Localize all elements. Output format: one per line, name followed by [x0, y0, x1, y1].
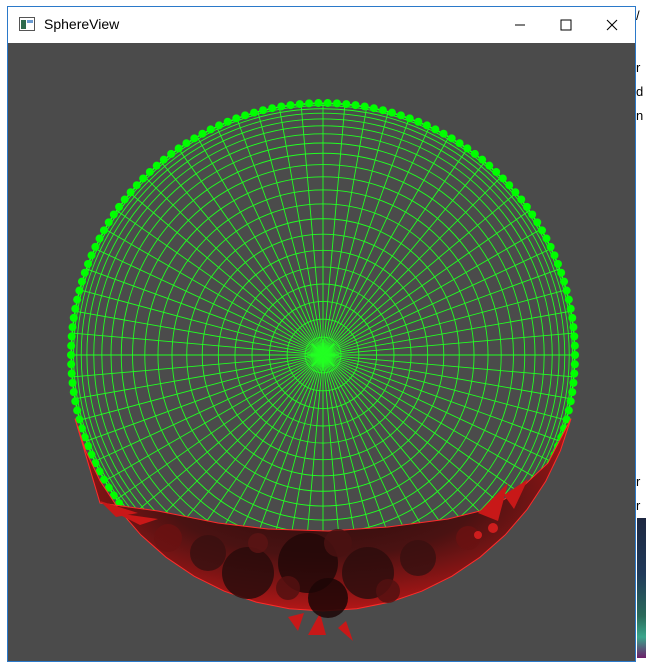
strip-char: n [636, 108, 644, 123]
minimize-button[interactable] [497, 7, 543, 43]
strip-char: r [636, 498, 641, 513]
close-button[interactable] [589, 7, 635, 43]
close-icon [606, 19, 618, 31]
maximize-button[interactable] [543, 7, 589, 43]
window-title: SphereView [44, 16, 120, 32]
background-thumbnail [637, 518, 646, 658]
background-window-edge: / r d n r r [636, 0, 646, 667]
strip-char: / [636, 8, 640, 23]
strip-char: r [636, 60, 641, 75]
strip-char: d [636, 84, 644, 99]
3d-viewport[interactable] [8, 43, 635, 661]
minimize-icon [515, 24, 525, 26]
maximize-icon [560, 19, 572, 31]
title-bar[interactable]: SphereView [8, 7, 635, 43]
sphere-render [67, 99, 579, 641]
window-app-icon [19, 17, 35, 31]
sphereview-window: SphereView [7, 6, 636, 662]
strip-char: r [636, 474, 641, 489]
